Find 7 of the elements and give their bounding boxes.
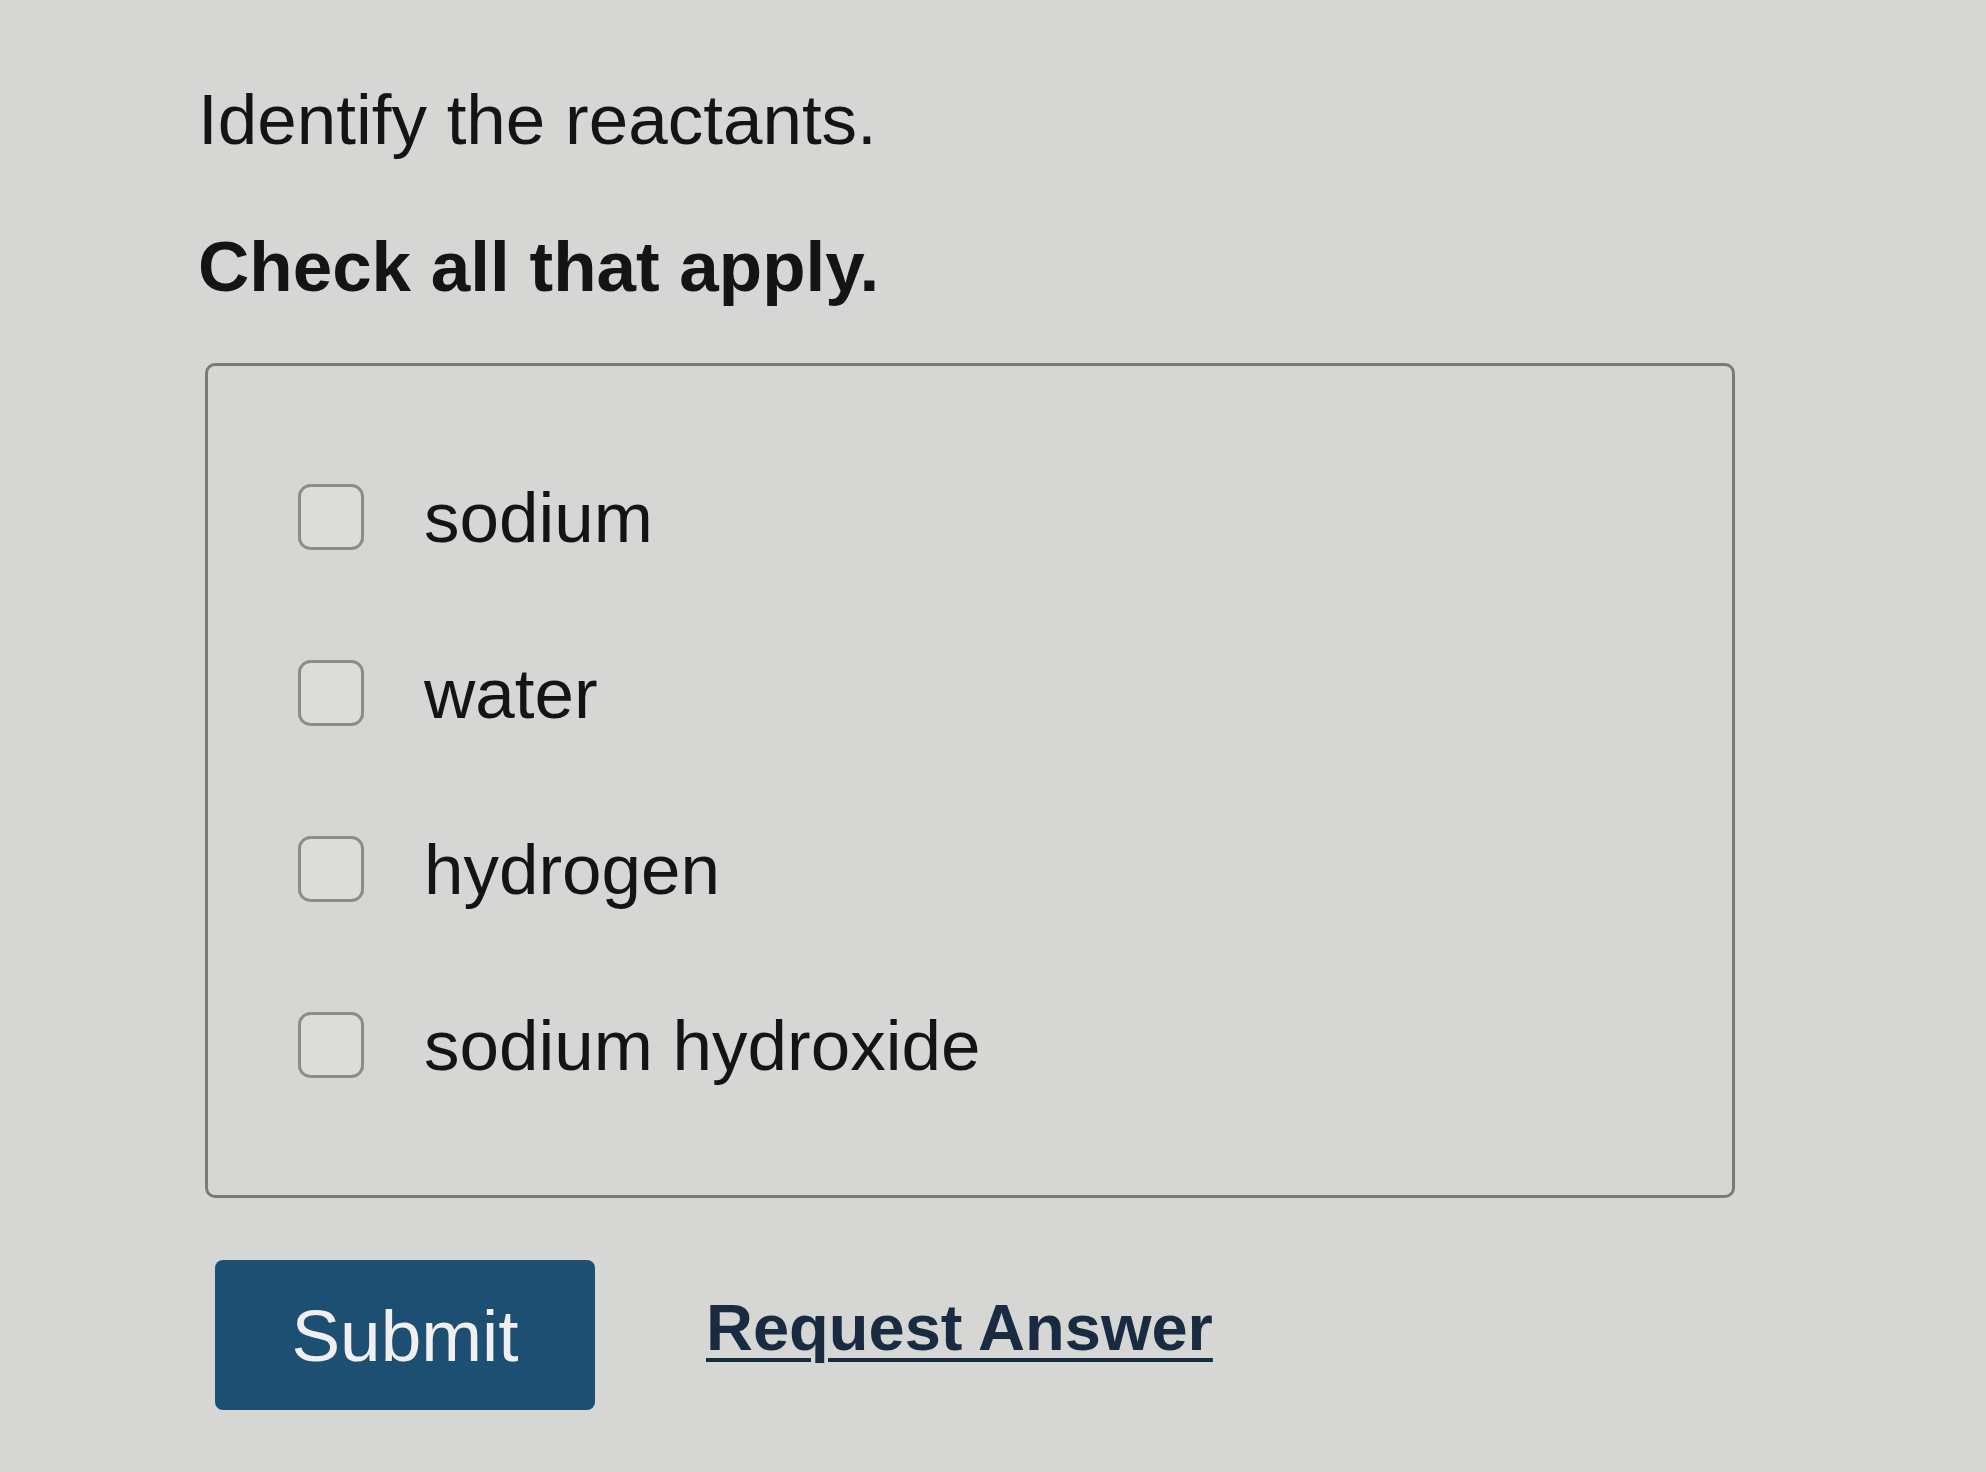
submit-button[interactable]: Submit — [215, 1260, 595, 1410]
checkbox[interactable] — [298, 1012, 364, 1078]
checkbox[interactable] — [298, 484, 364, 550]
option-label[interactable]: sodium — [424, 481, 653, 553]
checkbox[interactable] — [298, 836, 364, 902]
checkbox[interactable] — [298, 660, 364, 726]
option-label[interactable]: water — [424, 657, 598, 729]
